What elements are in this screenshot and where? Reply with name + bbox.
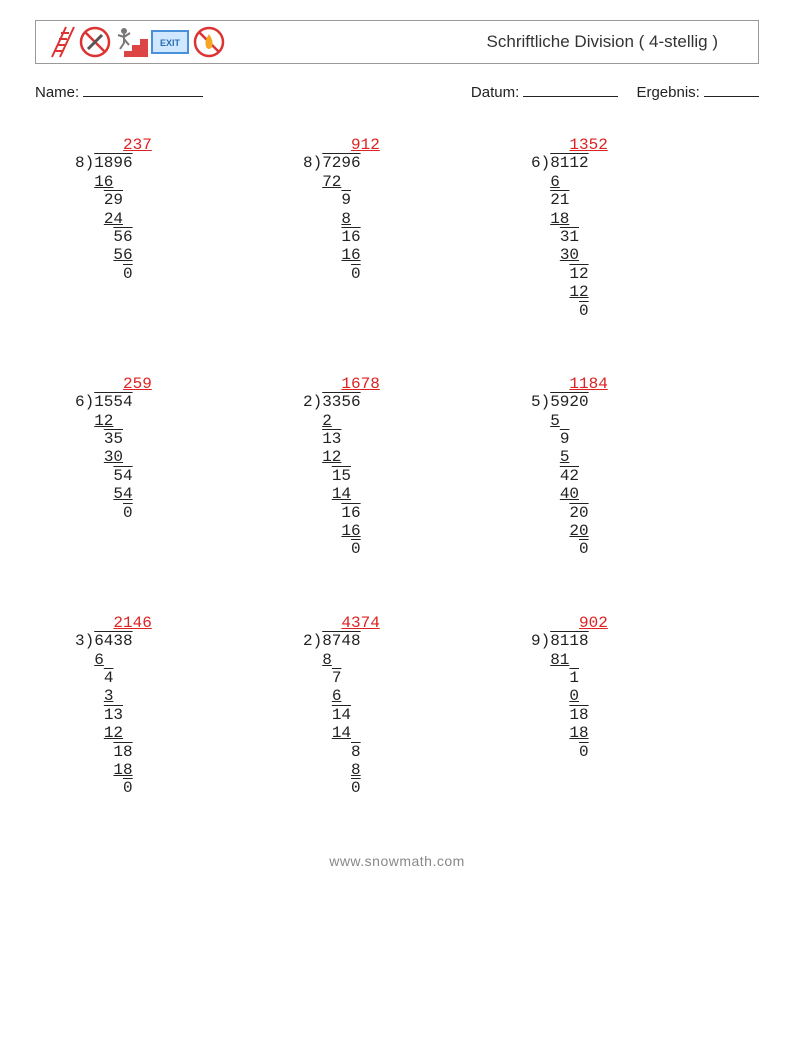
quotient: 259	[123, 375, 152, 393]
date-label: Datum:	[471, 84, 519, 101]
header-box: EXIT Schriftliche Division ( 4-stellig )	[35, 20, 759, 64]
result-blank[interactable]	[704, 96, 759, 97]
quotient: 1184	[569, 375, 607, 393]
quotient: 1352	[569, 136, 607, 154]
dividend: 1896	[94, 154, 132, 172]
division-problem: 9128)7296 72 9 8 16 16 0	[303, 136, 491, 320]
quotient: 912	[351, 136, 380, 154]
problem-grid: 2378)1896 16 29 24 56 56 0 9128)7296 72 …	[35, 136, 759, 798]
dividend: 8118	[550, 632, 588, 650]
quotient: 902	[579, 614, 608, 632]
dividend: 1554	[94, 393, 132, 411]
quotient: 1678	[341, 375, 379, 393]
dividend: 8748	[322, 632, 360, 650]
ladder-icon	[46, 25, 76, 59]
division-problem: 2596)1554 12 35 30 54 54 0	[75, 375, 263, 559]
quotient: 4374	[341, 614, 379, 632]
date-blank[interactable]	[523, 96, 618, 97]
division-problem: 43742)8748 8 7 6 14 14 8 8 0	[303, 614, 491, 798]
quotient: 2146	[113, 614, 151, 632]
icon-row: EXIT	[46, 25, 226, 59]
no-syringe-icon	[78, 25, 112, 59]
svg-text:EXIT: EXIT	[160, 38, 181, 48]
dividend: 3356	[322, 393, 360, 411]
footer: www.snowmath.com	[35, 853, 759, 869]
no-fire-icon	[192, 25, 226, 59]
division-problem: 11845)5920 5 9 5 42 40 20 20 0	[531, 375, 719, 559]
division-problem: 9029)8118 81 1 0 18 18 0	[531, 614, 719, 798]
name-label: Name:	[35, 84, 79, 101]
division-problem: 16782)3356 2 13 12 15 14 16 16 0	[303, 375, 491, 559]
name-blank[interactable]	[83, 96, 203, 97]
info-row: Name: Datum: Ergebnis:	[35, 84, 759, 101]
quotient: 237	[123, 136, 152, 154]
exit-sign-icon: EXIT	[150, 25, 190, 59]
dividend: 5920	[550, 393, 588, 411]
stairs-person-icon	[114, 25, 148, 59]
worksheet-title: Schriftliche Division ( 4-stellig )	[487, 32, 718, 52]
dividend: 7296	[322, 154, 360, 172]
result-label: Ergebnis:	[636, 84, 699, 101]
division-problem: 13526)8112 6 21 18 31 30 12 12 0	[531, 136, 719, 320]
dividend: 8112	[550, 154, 588, 172]
division-problem: 2378)1896 16 29 24 56 56 0	[75, 136, 263, 320]
division-problem: 21463)6438 6 4 3 13 12 18 18 0	[75, 614, 263, 798]
dividend: 6438	[94, 632, 132, 650]
